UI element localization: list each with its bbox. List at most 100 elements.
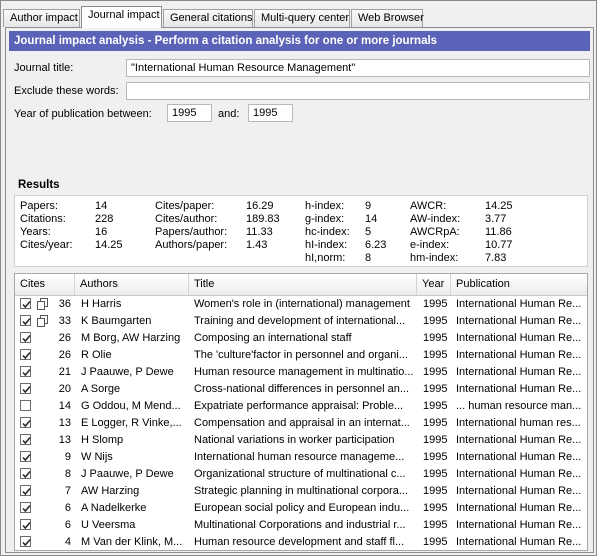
row-checkbox[interactable] [20, 485, 31, 496]
table-row[interactable]: 20 A Sorge Cross-national differences in p… [15, 381, 587, 398]
title-cell: Human resource management in multinatio.… [194, 366, 414, 378]
row-checkbox[interactable] [20, 417, 31, 428]
year-cell: 1995 [423, 400, 448, 412]
table-row[interactable]: 21 J Paauwe, P Dewe Human resource managem… [15, 364, 587, 381]
tab-author-impact[interactable]: Author impact [3, 9, 80, 27]
table-row[interactable]: 26 R Olie The 'culture'factor in personnel… [15, 347, 587, 364]
stat-label: AWCR: [410, 200, 447, 212]
publication-cell: International Human Re... [456, 536, 582, 548]
authors-cell: U Veersma [81, 519, 136, 531]
table-row[interactable]: 4 M Van der Klink, M... Human resource dev… [15, 534, 587, 550]
row-checkbox[interactable] [20, 400, 31, 411]
stat-label: hm-index: [410, 252, 459, 264]
stat-value: 14 [365, 213, 378, 225]
copy-document-icon [37, 315, 49, 327]
row-checkbox[interactable] [20, 451, 31, 462]
row-checkbox[interactable] [20, 383, 31, 394]
column-header-cites[interactable]: Cites [15, 274, 75, 295]
cites-cell: 26 [58, 332, 71, 344]
title-cell: Women's role in (international) manageme… [194, 298, 410, 310]
results-table: Cites Authors Title Year Publication 36 H… [14, 273, 588, 551]
year-cell: 1995 [423, 451, 448, 463]
publication-cell: International Human Re... [456, 315, 582, 327]
cites-cell: 4 [64, 536, 71, 548]
stat-label: Cites/author: [155, 213, 218, 225]
row-checkbox[interactable] [20, 536, 31, 547]
stat-value: 14.25 [95, 239, 123, 251]
publication-cell: International Human Re... [456, 298, 582, 310]
row-checkbox[interactable] [20, 366, 31, 377]
journal-title-input[interactable]: "International Human Resource Management… [126, 59, 590, 77]
tab-web-browser[interactable]: Web Browser [351, 9, 424, 27]
publication-cell: International Human Re... [456, 502, 582, 514]
row-checkbox[interactable] [20, 315, 31, 326]
year-cell: 1995 [423, 468, 448, 480]
panel-banner: Journal impact analysis - Perform a cita… [9, 31, 590, 51]
publication-cell: International Human Re... [456, 332, 582, 344]
publication-cell: International Human Re... [456, 366, 582, 378]
year-to-input[interactable]: 1995 [248, 104, 293, 122]
column-header-publication[interactable]: Publication [451, 274, 587, 295]
authors-cell: K Baumgarten [81, 315, 152, 327]
column-header-authors[interactable]: Authors [75, 274, 189, 295]
year-cell: 1995 [423, 349, 448, 361]
journal-title-label: Journal title: [14, 62, 74, 74]
table-row[interactable]: 9 W Nijs International human resource mana… [15, 449, 587, 466]
table-row[interactable]: 33 K Baumgarten Training and development o… [15, 313, 587, 330]
row-checkbox[interactable] [20, 332, 31, 343]
cites-cell: 14 [58, 400, 71, 412]
table-row[interactable]: 7 AW Harzing Strategic planning in multina… [15, 483, 587, 500]
stat-label: Cites/paper: [155, 200, 215, 212]
row-checkbox[interactable] [20, 434, 31, 445]
cites-cell: 26 [58, 349, 71, 361]
table-row[interactable]: 26 M Borg, AW Harzing Composing an interna… [15, 330, 587, 347]
cites-cell: 6 [64, 519, 71, 531]
stat-value: 10.77 [485, 239, 513, 251]
year-from-input[interactable]: 1995 [167, 104, 212, 122]
table-row[interactable]: 14 G Oddou, M Mend... Expatriate performan… [15, 398, 587, 415]
stat-value: 16 [95, 226, 108, 238]
table-row[interactable]: 13 E Logger, R Vinke,... Compensation and … [15, 415, 587, 432]
table-row[interactable]: 13 H Slomp National variations in worker p… [15, 432, 587, 449]
tab-general-citations[interactable]: General citations [163, 9, 253, 27]
title-cell: Training and development of internationa… [194, 315, 406, 327]
table-row[interactable]: 6 A Nadelkerke European social policy and … [15, 500, 587, 517]
title-cell: European social policy and European indu… [194, 502, 410, 514]
publication-cell: International Human Re... [456, 349, 582, 361]
year-cell: 1995 [423, 332, 448, 344]
authors-cell: H Harris [81, 298, 122, 310]
cites-cell: 13 [58, 434, 71, 446]
year-range-label: Year of publication between: [14, 108, 152, 120]
cites-cell: 21 [58, 366, 71, 378]
title-cell: Human resource development and staff fl.… [194, 536, 405, 548]
cites-cell: 8 [64, 468, 71, 480]
tab-journal-impact[interactable]: Journal impact [81, 6, 162, 28]
publication-cell: International human res... [456, 417, 581, 429]
cites-cell: 6 [64, 502, 71, 514]
authors-cell: M Borg, AW Harzing [81, 332, 181, 344]
year-cell: 1995 [423, 485, 448, 497]
tab-multi-query-center[interactable]: Multi-query center [254, 9, 350, 27]
title-cell: National variations in worker participat… [194, 434, 395, 446]
row-checkbox[interactable] [20, 468, 31, 479]
row-checkbox[interactable] [20, 298, 31, 309]
table-row[interactable]: 8 J Paauwe, P Dewe Organizational structur… [15, 466, 587, 483]
row-checkbox[interactable] [20, 519, 31, 530]
stat-label: hc-index: [305, 226, 350, 238]
stat-label: hI,norm: [305, 252, 346, 264]
authors-cell: H Slomp [81, 434, 124, 446]
table-row[interactable]: 36 H Harris Women's role in (international… [15, 296, 587, 313]
cites-cell: 9 [64, 451, 71, 463]
authors-cell: W Nijs [81, 451, 113, 463]
stat-label: Papers: [20, 200, 58, 212]
column-header-year[interactable]: Year [417, 274, 451, 295]
year-cell: 1995 [423, 502, 448, 514]
publication-cell: International Human Re... [456, 485, 582, 497]
column-header-title[interactable]: Title [189, 274, 417, 295]
row-checkbox[interactable] [20, 349, 31, 360]
row-checkbox[interactable] [20, 502, 31, 513]
year-cell: 1995 [423, 434, 448, 446]
title-cell: The 'culture'factor in personnel and org… [194, 349, 408, 361]
exclude-words-input[interactable] [126, 82, 590, 100]
table-row[interactable]: 6 U Veersma Multinational Corporations and… [15, 517, 587, 534]
